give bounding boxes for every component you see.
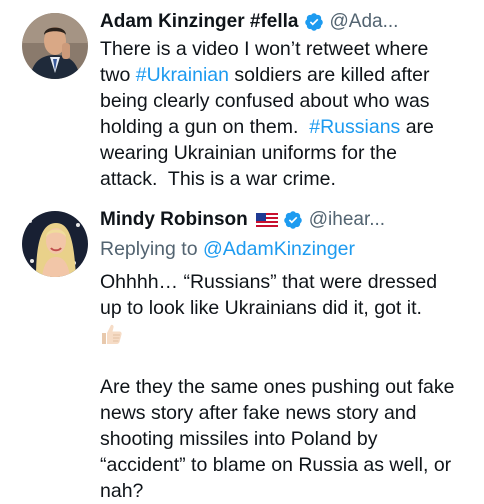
text-line: up to look like Ukrainians did it, got i… [100, 297, 422, 319]
text-line: two #Ukrainian soldiers are killed after [100, 64, 430, 86]
tweet-header: Mindy Robinson @ihear... [100, 207, 478, 233]
text-line: nah? [100, 480, 144, 502]
text-line: wearing Ukrainian uniforms for the [100, 142, 397, 164]
portrait-man-suit-icon [22, 13, 88, 79]
text-line: “accident” to blame on Russia as well, o… [100, 454, 452, 476]
us-flag-icon [255, 213, 278, 227]
avatar[interactable] [22, 211, 88, 277]
text-line: news story after fake news story and [100, 402, 417, 424]
text-line [100, 322, 478, 348]
text-line-blank [100, 348, 478, 374]
replying-to: Replying to @AdamKinzinger [100, 238, 356, 260]
text-line: shooting missiles into Poland by [100, 428, 378, 450]
author-name[interactable]: Mindy Robinson [100, 207, 248, 233]
verified-badge-icon [284, 211, 302, 229]
portrait-woman-blonde-icon [22, 211, 88, 277]
author-name[interactable]: Adam Kinzinger #fella [100, 9, 299, 35]
author-handle[interactable]: @ihear... [309, 207, 385, 233]
tweet-header: Adam Kinzinger #fella @Ada... [100, 9, 478, 35]
avatar[interactable] [22, 13, 88, 79]
tweet-text: There is a video I won’t retweet where t… [100, 36, 478, 192]
text-line: Are they the same ones pushing out fake [100, 376, 455, 398]
author-handle[interactable]: @Ada... [330, 9, 399, 35]
hashtag-link[interactable]: #Ukrainian [136, 64, 229, 86]
text-line: being clearly confused about who was [100, 90, 430, 112]
text-line: There is a video I won’t retweet where [100, 38, 429, 60]
tweet-text: Ohhhh… “Russians” that were dressed up t… [100, 269, 478, 504]
text-line: holding a gun on them. #Russians are [100, 116, 434, 138]
thumbs-up-icon [102, 324, 122, 344]
verified-badge-icon [304, 13, 323, 31]
text-line: Ohhhh… “Russians” that were dressed [100, 271, 438, 293]
text-line: attack. This is a war crime. [100, 168, 336, 190]
replying-to-handle-link[interactable]: @AdamKinzinger [203, 238, 355, 260]
hashtag-link[interactable]: #Russians [309, 116, 400, 138]
